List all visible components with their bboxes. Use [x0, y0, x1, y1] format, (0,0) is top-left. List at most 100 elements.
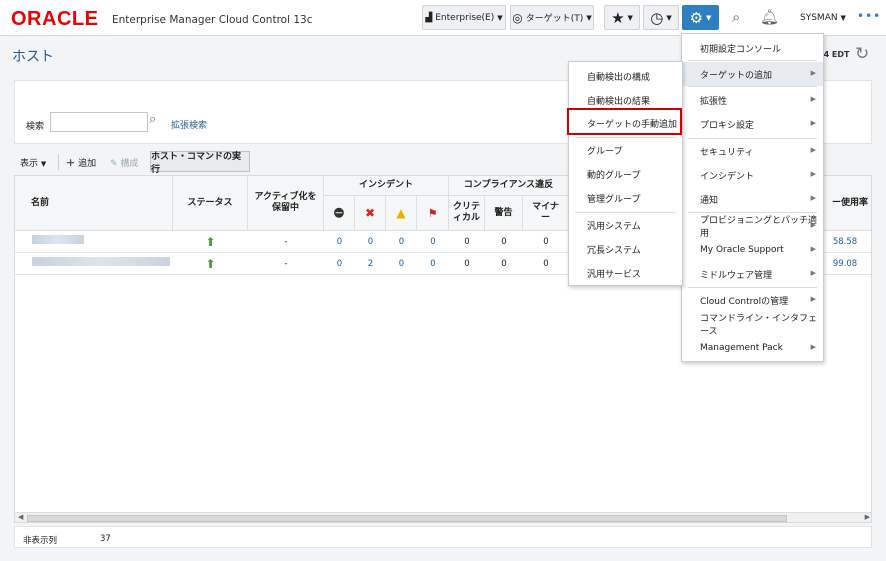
menu-item-middleware[interactable]: ミドルウェア管理 ▶: [682, 262, 823, 286]
incident-escalated-header[interactable]: ⚑: [417, 196, 449, 231]
column-header-compliance[interactable]: コンプライアンス違反: [449, 176, 569, 196]
fatal-icon: ⛔︎: [333, 205, 345, 220]
user-menu[interactable]: SYSMAN ▼: [800, 13, 846, 23]
compliance-count: 0: [501, 237, 507, 247]
menu-item-command-line[interactable]: コマンドライン・インタフェース: [682, 312, 823, 337]
memory-usage-value[interactable]: 58.58: [825, 231, 865, 253]
chevron-down-icon: ▼: [586, 13, 592, 22]
menu-item-label: インシデント: [700, 171, 755, 182]
menu-item-management-pack[interactable]: Management Pack ▶: [682, 336, 823, 360]
menu-item-incidents[interactable]: インシデント ▶: [682, 163, 823, 187]
menu-item-label: 拡張性: [700, 96, 728, 107]
menu-item-add-target[interactable]: ターゲットの追加 ▶: [682, 62, 823, 86]
menu-item-label: セキュリティ: [700, 147, 754, 158]
memory-usage-value[interactable]: 99.08: [825, 253, 865, 275]
scroll-right-icon[interactable]: ▶: [865, 513, 870, 521]
submenu-item-group[interactable]: グループ: [569, 138, 682, 162]
horizontal-scrollbar[interactable]: ◀ ▶: [15, 512, 871, 522]
search-input[interactable]: [50, 112, 148, 132]
search-icon[interactable]: ⌕: [732, 8, 740, 26]
menu-item-label: 自動検出の構成: [587, 72, 651, 83]
status-up-icon: ⬆: [205, 257, 216, 271]
menu-item-label: プロビジョニングとパッチ適用: [700, 216, 818, 239]
column-header-status[interactable]: ステータス: [173, 176, 248, 231]
scrollbar-thumb[interactable]: [27, 515, 787, 522]
critical-icon: ✖: [364, 205, 376, 220]
search-icon[interactable]: ⌕: [149, 112, 156, 127]
submenu-item-autodiscovery-config[interactable]: 自動検出の構成: [569, 64, 682, 88]
incident-count[interactable]: 0: [417, 231, 449, 253]
more-icon[interactable]: •••: [857, 9, 881, 23]
incident-count[interactable]: 0: [386, 231, 417, 253]
favorites-button[interactable]: ★ ▼: [604, 5, 640, 30]
redacted-host-name[interactable]: [32, 257, 170, 266]
compliance-count: 0: [464, 237, 470, 247]
menu-item-security[interactable]: セキュリティ ▶: [682, 139, 823, 163]
menu-separator: [688, 60, 817, 61]
menu-item-label: 動的グループ: [587, 170, 641, 181]
submenu-item-generic-service[interactable]: 汎用サービス: [569, 261, 682, 285]
chevron-right-icon: ▶: [810, 295, 816, 303]
compliance-count: 0: [543, 237, 549, 247]
menu-item-proxy-settings[interactable]: プロキシ設定 ▶: [682, 112, 823, 136]
redacted-host-name[interactable]: [32, 235, 84, 244]
configure-button[interactable]: ✎ 構成: [110, 156, 138, 169]
incident-count[interactable]: 0: [417, 253, 449, 275]
incident-warning-header[interactable]: ▲: [386, 196, 417, 231]
enterprise-icon: ▟: [425, 12, 433, 23]
menu-item-label: 冗長システム: [587, 245, 641, 256]
highlight-box: [567, 108, 682, 135]
submenu-item-admin-group[interactable]: 管理グループ: [569, 186, 682, 210]
chevron-right-icon: ▶: [810, 245, 816, 253]
refresh-icon[interactable]: ↻: [855, 44, 869, 64]
setup-menu-button[interactable]: ⚙ ▼: [682, 5, 719, 30]
enterprise-menu-label: Enterprise(E): [435, 12, 495, 23]
scroll-left-icon[interactable]: ◀: [18, 513, 23, 521]
hidden-columns-bar: 非表示列 37: [14, 526, 872, 548]
column-header-name[interactable]: 名前: [15, 176, 173, 231]
menu-item-notifications[interactable]: 通知 ▶: [682, 187, 823, 211]
incident-count[interactable]: 0: [355, 231, 386, 253]
bell-icon[interactable]: 🔔︎: [760, 8, 779, 26]
menu-item-my-oracle-support[interactable]: My Oracle Support ▶: [682, 238, 823, 262]
incident-count[interactable]: 2: [355, 253, 386, 275]
column-header-blackout[interactable]: アクティブ化を保留中: [248, 176, 324, 231]
compliance-warning-header[interactable]: 警告: [485, 196, 523, 231]
incident-count[interactable]: 0: [324, 231, 355, 253]
target-menu-button[interactable]: ◎ ターゲット(T) ▼: [510, 5, 594, 30]
incident-fatal-header[interactable]: ⛔︎: [324, 196, 355, 231]
advanced-search-link[interactable]: 拡張検索: [171, 118, 207, 131]
view-menu[interactable]: 表示 ▼: [20, 156, 46, 169]
view-menu-label: 表示: [20, 159, 39, 169]
run-host-command-button[interactable]: ホスト・コマンドの実行: [150, 151, 250, 175]
chevron-down-icon: ▼: [627, 13, 633, 22]
compliance-count: 0: [501, 259, 507, 269]
menu-item-label: Management Pack: [700, 343, 783, 353]
chevron-right-icon: ▶: [810, 221, 816, 229]
incident-count[interactable]: 0: [386, 253, 417, 275]
chevron-right-icon: ▶: [810, 170, 816, 178]
configure-button-label: 構成: [120, 159, 139, 169]
menu-item-initial-setup[interactable]: 初期設定コンソール: [682, 36, 823, 60]
chevron-right-icon: ▶: [810, 146, 816, 154]
setup-menu: 初期設定コンソール ターゲットの追加 ▶ 拡張性 ▶ プロキシ設定 ▶ セキュリティ ▶…: [681, 33, 824, 362]
menu-item-manage-cloud-control[interactable]: Cloud Controlの管理 ▶: [682, 288, 823, 312]
compliance-critical-header[interactable]: クリティカル: [449, 196, 485, 231]
submenu-item-dynamic-group[interactable]: 動的グループ: [569, 162, 682, 186]
incident-count[interactable]: 0: [324, 253, 355, 275]
incident-critical-header[interactable]: ✖: [355, 196, 386, 231]
submenu-item-generic-system[interactable]: 汎用システム: [569, 213, 682, 237]
compliance-minor-header[interactable]: マイナー: [523, 196, 569, 231]
chevron-right-icon: ▶: [810, 269, 816, 277]
enterprise-menu-button[interactable]: ▟ Enterprise(E) ▼: [422, 5, 506, 30]
history-button[interactable]: ◷ ▼: [643, 5, 679, 30]
compliance-count: 0: [464, 259, 470, 269]
menu-item-extensibility[interactable]: 拡張性 ▶: [682, 88, 823, 112]
oracle-logo[interactable]: ORACLE: [11, 8, 98, 31]
menu-item-label: 汎用システム: [587, 221, 641, 232]
add-button-label: 追加: [78, 159, 97, 169]
column-header-incidents[interactable]: インシデント: [324, 176, 449, 196]
submenu-item-redundant-system[interactable]: 冗長システム: [569, 237, 682, 261]
menu-item-provisioning[interactable]: プロビジョニングとパッチ適用 ▶: [682, 214, 823, 239]
add-button[interactable]: + 追加: [66, 156, 96, 169]
